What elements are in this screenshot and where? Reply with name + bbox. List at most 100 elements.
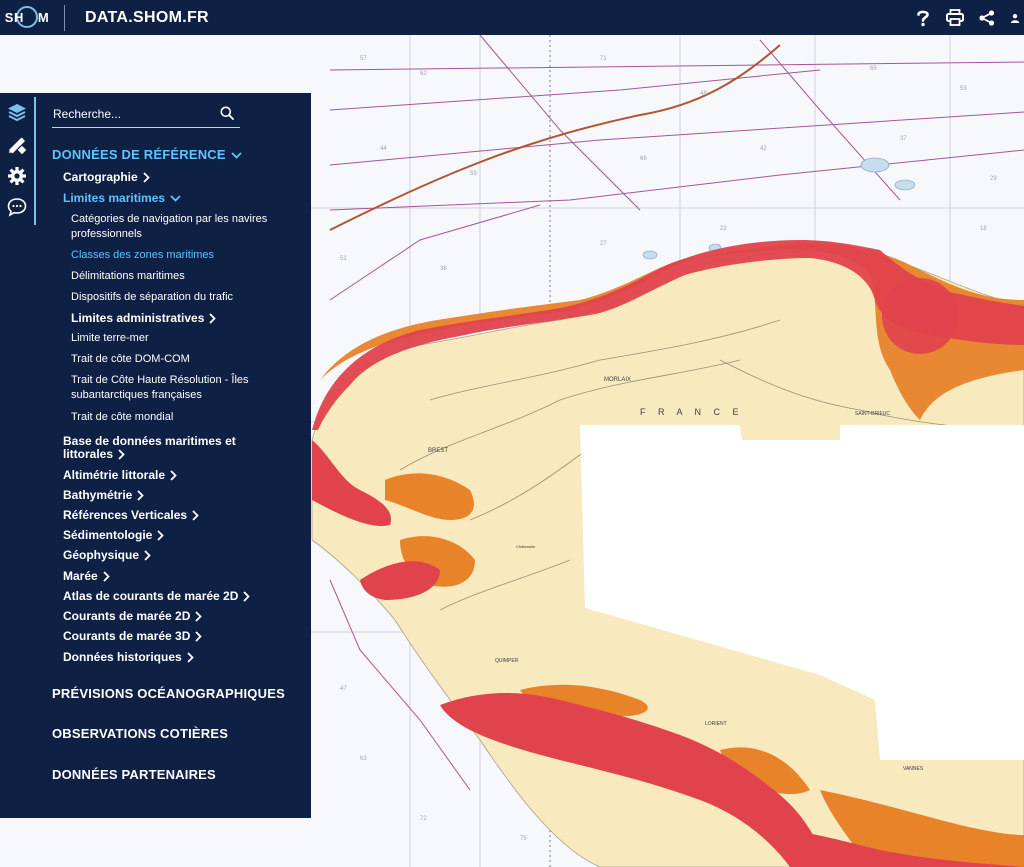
chevron-right-icon: [243, 591, 251, 602]
chevron-right-icon: [195, 631, 203, 642]
map-label-vannes: VANNES: [903, 766, 924, 772]
chevron-right-icon: [192, 510, 199, 521]
svg-text:57: 57: [360, 56, 367, 62]
logo-text-left: SH: [4, 10, 24, 25]
section-donnees-reference[interactable]: DONNÉES DE RÉFÉRENCE: [52, 147, 242, 162]
site-title[interactable]: DATA.SHOM.FR: [85, 9, 209, 27]
layer-catalog-panel: DONNÉES DE RÉFÉRENCE Cartographie Limite…: [37, 93, 311, 818]
category-references-verticales[interactable]: Références Verticales: [63, 508, 199, 522]
print-icon[interactable]: [946, 9, 964, 27]
svg-text:65: 65: [870, 66, 877, 72]
layer-dispositifs-separation[interactable]: Dispositifs de séparation du trafic: [71, 290, 233, 305]
svg-text:27: 27: [600, 241, 607, 247]
category-courants-2d-label: Courants de marée 2D: [63, 609, 191, 623]
category-bathymetrie[interactable]: Bathymétrie: [63, 488, 145, 502]
category-geophysique[interactable]: Géophysique: [63, 548, 151, 562]
layer-categories-navigation[interactable]: Catégories de navigation par les navires…: [71, 212, 267, 242]
svg-text:66: 66: [640, 156, 647, 162]
category-base-donnees-maritimes[interactable]: Base de données maritimes et littorales: [63, 435, 236, 461]
chevron-right-icon: [118, 449, 125, 460]
svg-text:42: 42: [760, 146, 767, 152]
svg-text:29: 29: [990, 176, 997, 182]
map-label-brest: BREST: [428, 448, 448, 454]
svg-text:72: 72: [420, 816, 427, 822]
category-cartographie[interactable]: Cartographie: [63, 170, 150, 184]
draw-tools-icon[interactable]: [5, 133, 29, 157]
svg-text:63: 63: [360, 756, 367, 762]
svg-text:75: 75: [520, 836, 527, 842]
layer-trait-cote-haute-resolution[interactable]: Trait de Côte Haute Résolution - Îles su…: [71, 373, 249, 403]
category-courants-3d-label: Courants de marée 3D: [63, 629, 191, 643]
category-references-verticales-label: Références Verticales: [63, 508, 188, 522]
section-previsions-oceanographiques[interactable]: PRÉVISIONS OCÉANOGRAPHIQUES: [52, 686, 285, 701]
share-icon[interactable]: [978, 9, 996, 27]
layer-categories-navigation-line2: professionnels: [71, 228, 142, 240]
category-limites-administratives-label: Limites administratives: [71, 311, 205, 325]
category-atlas-courants[interactable]: Atlas de courants de marée 2D: [63, 589, 251, 603]
layer-limite-terre-mer[interactable]: Limite terre-mer: [71, 331, 149, 346]
section-observations-cotieres[interactable]: OBSERVATIONS COTIÈRES: [52, 726, 228, 741]
category-atlas-courants-label: Atlas de courants de marée 2D: [63, 589, 239, 603]
svg-text:37: 37: [900, 136, 907, 142]
chevron-right-icon: [187, 652, 194, 663]
svg-text:71: 71: [600, 56, 607, 62]
user-icon[interactable]: [1010, 9, 1020, 27]
layer-classes-zones-maritimes[interactable]: Classes des zones maritimes: [71, 248, 214, 263]
section-donnees-partenaires[interactable]: DONNÉES PARTENAIRES: [52, 767, 216, 782]
category-limites-administratives[interactable]: Limites administratives: [71, 311, 217, 325]
help-icon[interactable]: [914, 9, 932, 27]
search-box: [52, 103, 240, 128]
category-sedimentologie[interactable]: Sédimentologie: [63, 528, 165, 542]
layer-trait-cote-mondial[interactable]: Trait de côte mondial: [71, 410, 173, 425]
category-cartographie-label: Cartographie: [63, 170, 138, 184]
chevron-right-icon: [137, 490, 145, 501]
header-tools: [914, 0, 1024, 35]
layer-trait-cote-hr-line2: subantarctiques françaises: [71, 389, 202, 401]
svg-text:44: 44: [380, 146, 387, 152]
layer-categories-navigation-line1: Catégories de navigation par les navires: [71, 213, 268, 225]
search-input[interactable]: [52, 103, 213, 125]
chevron-right-icon: [143, 172, 150, 183]
chevron-right-icon: [170, 470, 177, 481]
top-bar: SH M DATA.SHOM.FR: [0, 0, 1024, 35]
chevron-down-icon: [170, 195, 181, 203]
category-maree[interactable]: Marée: [63, 569, 110, 583]
chat-icon[interactable]: [5, 195, 29, 219]
category-limites-maritimes-label: Limites maritimes: [63, 191, 166, 205]
settings-icon[interactable]: [5, 164, 29, 188]
svg-text:18: 18: [980, 226, 987, 232]
svg-text:22: 22: [720, 226, 727, 232]
svg-text:47: 47: [340, 686, 347, 692]
section-donnees-reference-label: DONNÉES DE RÉFÉRENCE: [52, 147, 226, 162]
category-donnees-historiques[interactable]: Données historiques: [63, 650, 194, 664]
category-maree-label: Marée: [63, 569, 98, 583]
svg-text:53: 53: [960, 86, 967, 92]
layers-icon[interactable]: [5, 101, 29, 125]
map-label-lorient: LORIENT: [705, 721, 727, 727]
map-label-chateaulin: Châteaulin: [516, 544, 535, 549]
category-altimetrie-label: Altimétrie littorale: [63, 468, 166, 482]
svg-text:38: 38: [440, 266, 447, 272]
chevron-right-icon: [157, 530, 165, 541]
svg-text:51: 51: [340, 256, 347, 262]
map-label-quimper: QUIMPER: [495, 658, 519, 664]
chevron-down-icon: [231, 152, 242, 159]
category-limites-maritimes[interactable]: Limites maritimes: [63, 191, 181, 205]
map-label-morlaix: MORLAIX: [604, 377, 631, 383]
layer-trait-cote-dom-com[interactable]: Trait de côte DOM-COM: [71, 352, 190, 367]
map-label-france: F R A N C E: [640, 407, 744, 417]
header-divider: [64, 4, 65, 31]
layer-delimitations-maritimes[interactable]: Délimitations maritimes: [71, 269, 185, 284]
category-courants-3d[interactable]: Courants de marée 3D: [63, 629, 203, 643]
category-geophysique-label: Géophysique: [63, 548, 140, 562]
chevron-right-icon: [209, 313, 217, 324]
category-sedimentologie-label: Sédimentologie: [63, 528, 153, 542]
logo-text-right: M: [37, 10, 50, 25]
search-icon[interactable]: [220, 106, 234, 125]
category-courants-2d[interactable]: Courants de marée 2D: [63, 609, 203, 623]
tool-icon-bar: [0, 93, 37, 818]
map-label-saint-brieuc: SAINT-BRIEUC: [855, 411, 890, 417]
category-base-donnees-line2: littorales: [63, 447, 114, 461]
shom-logo[interactable]: SH M: [0, 0, 54, 35]
category-altimetrie-littorale[interactable]: Altimétrie littorale: [63, 468, 177, 482]
